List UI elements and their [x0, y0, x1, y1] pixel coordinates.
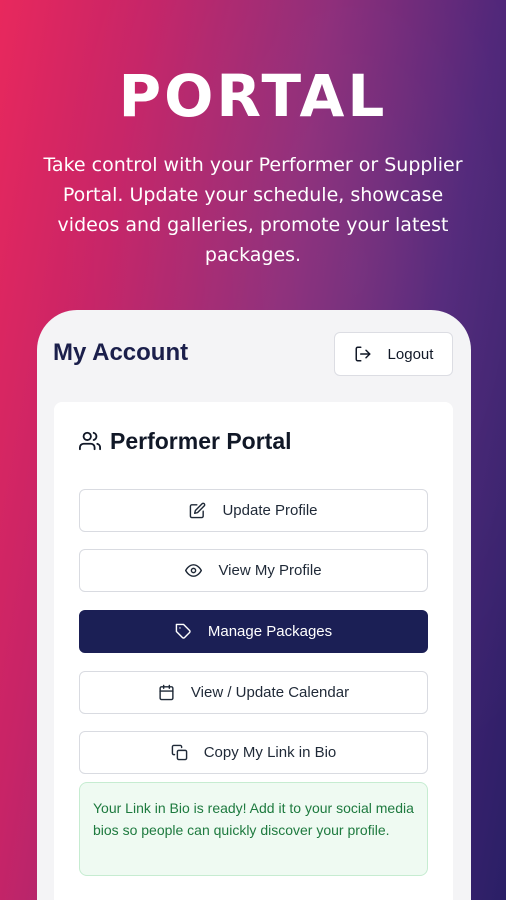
manage-packages-button[interactable]: Manage Packages [79, 610, 428, 653]
update-profile-label: Update Profile [222, 502, 318, 519]
portal-header: Performer Portal [79, 425, 292, 457]
hero-subtitle: Take control with your Performer or Supp… [43, 154, 463, 266]
copy-icon [171, 744, 188, 761]
phone-screen: My Account Logout Performer Portal Updat… [37, 310, 471, 900]
link-in-bio-notice: Your Link in Bio is ready! Add it to you… [79, 782, 428, 876]
performer-portal-card: Performer Portal Update Profile View My … [54, 402, 453, 900]
page-title: My Account [53, 339, 189, 366]
hero-title: PORTAL [118, 62, 388, 130]
edit-icon [190, 502, 206, 519]
eye-icon [185, 564, 203, 577]
tag-icon [175, 623, 191, 639]
logout-button[interactable]: Logout [334, 332, 453, 376]
view-my-profile-label: View My Profile [218, 562, 322, 579]
copy-link-in-bio-label: Copy My Link in Bio [203, 744, 337, 761]
users-icon [79, 431, 101, 451]
view-update-calendar-label: View / Update Calendar [190, 684, 350, 701]
view-update-calendar-button[interactable]: View / Update Calendar [79, 671, 428, 714]
logout-icon [355, 346, 371, 362]
calendar-icon [159, 684, 174, 701]
update-profile-button[interactable]: Update Profile [79, 489, 428, 532]
copy-link-in-bio-button[interactable]: Copy My Link in Bio [79, 731, 428, 774]
view-my-profile-button[interactable]: View My Profile [79, 549, 428, 592]
manage-packages-label: Manage Packages [207, 623, 333, 640]
logout-label: Logout [387, 345, 434, 363]
portal-title: Performer Portal [110, 427, 292, 454]
